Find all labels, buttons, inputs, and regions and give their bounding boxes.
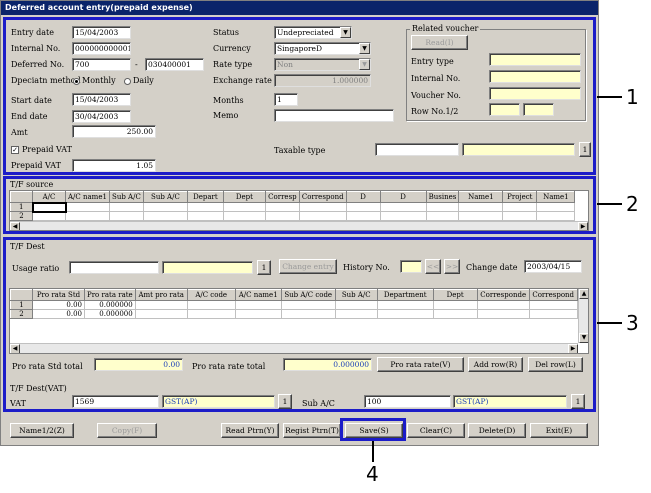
window-title: Deferred account entry(prepaid expense) <box>1 1 598 15</box>
callout-number-4: 4 <box>366 462 379 486</box>
highlight-box-save <box>340 418 406 441</box>
clear-button[interactable]: Clear(C) <box>407 423 465 438</box>
name-toggle-button[interactable]: Name1/2(Z) <box>10 423 74 438</box>
read-pattern-button[interactable]: Read Ptrn(Y) <box>221 423 279 438</box>
callout-line-4 <box>372 441 374 462</box>
callout-line-3 <box>597 322 622 324</box>
register-pattern-button[interactable]: Regist Ptrn(T) <box>283 423 341 438</box>
exit-button[interactable]: Exit(E) <box>530 423 588 438</box>
callout-line-1 <box>597 96 622 98</box>
callout-number-1: 1 <box>626 85 639 109</box>
copy-button: Copy(F) <box>97 423 157 438</box>
callout-number-2: 2 <box>626 192 639 216</box>
delete-button[interactable]: Delete(D) <box>468 423 526 438</box>
callout-number-3: 3 <box>626 311 639 335</box>
callout-line-2 <box>597 203 622 205</box>
highlight-box-header <box>3 17 596 175</box>
highlight-box-tf-dest <box>3 237 596 412</box>
highlight-box-tf-source <box>3 176 596 234</box>
